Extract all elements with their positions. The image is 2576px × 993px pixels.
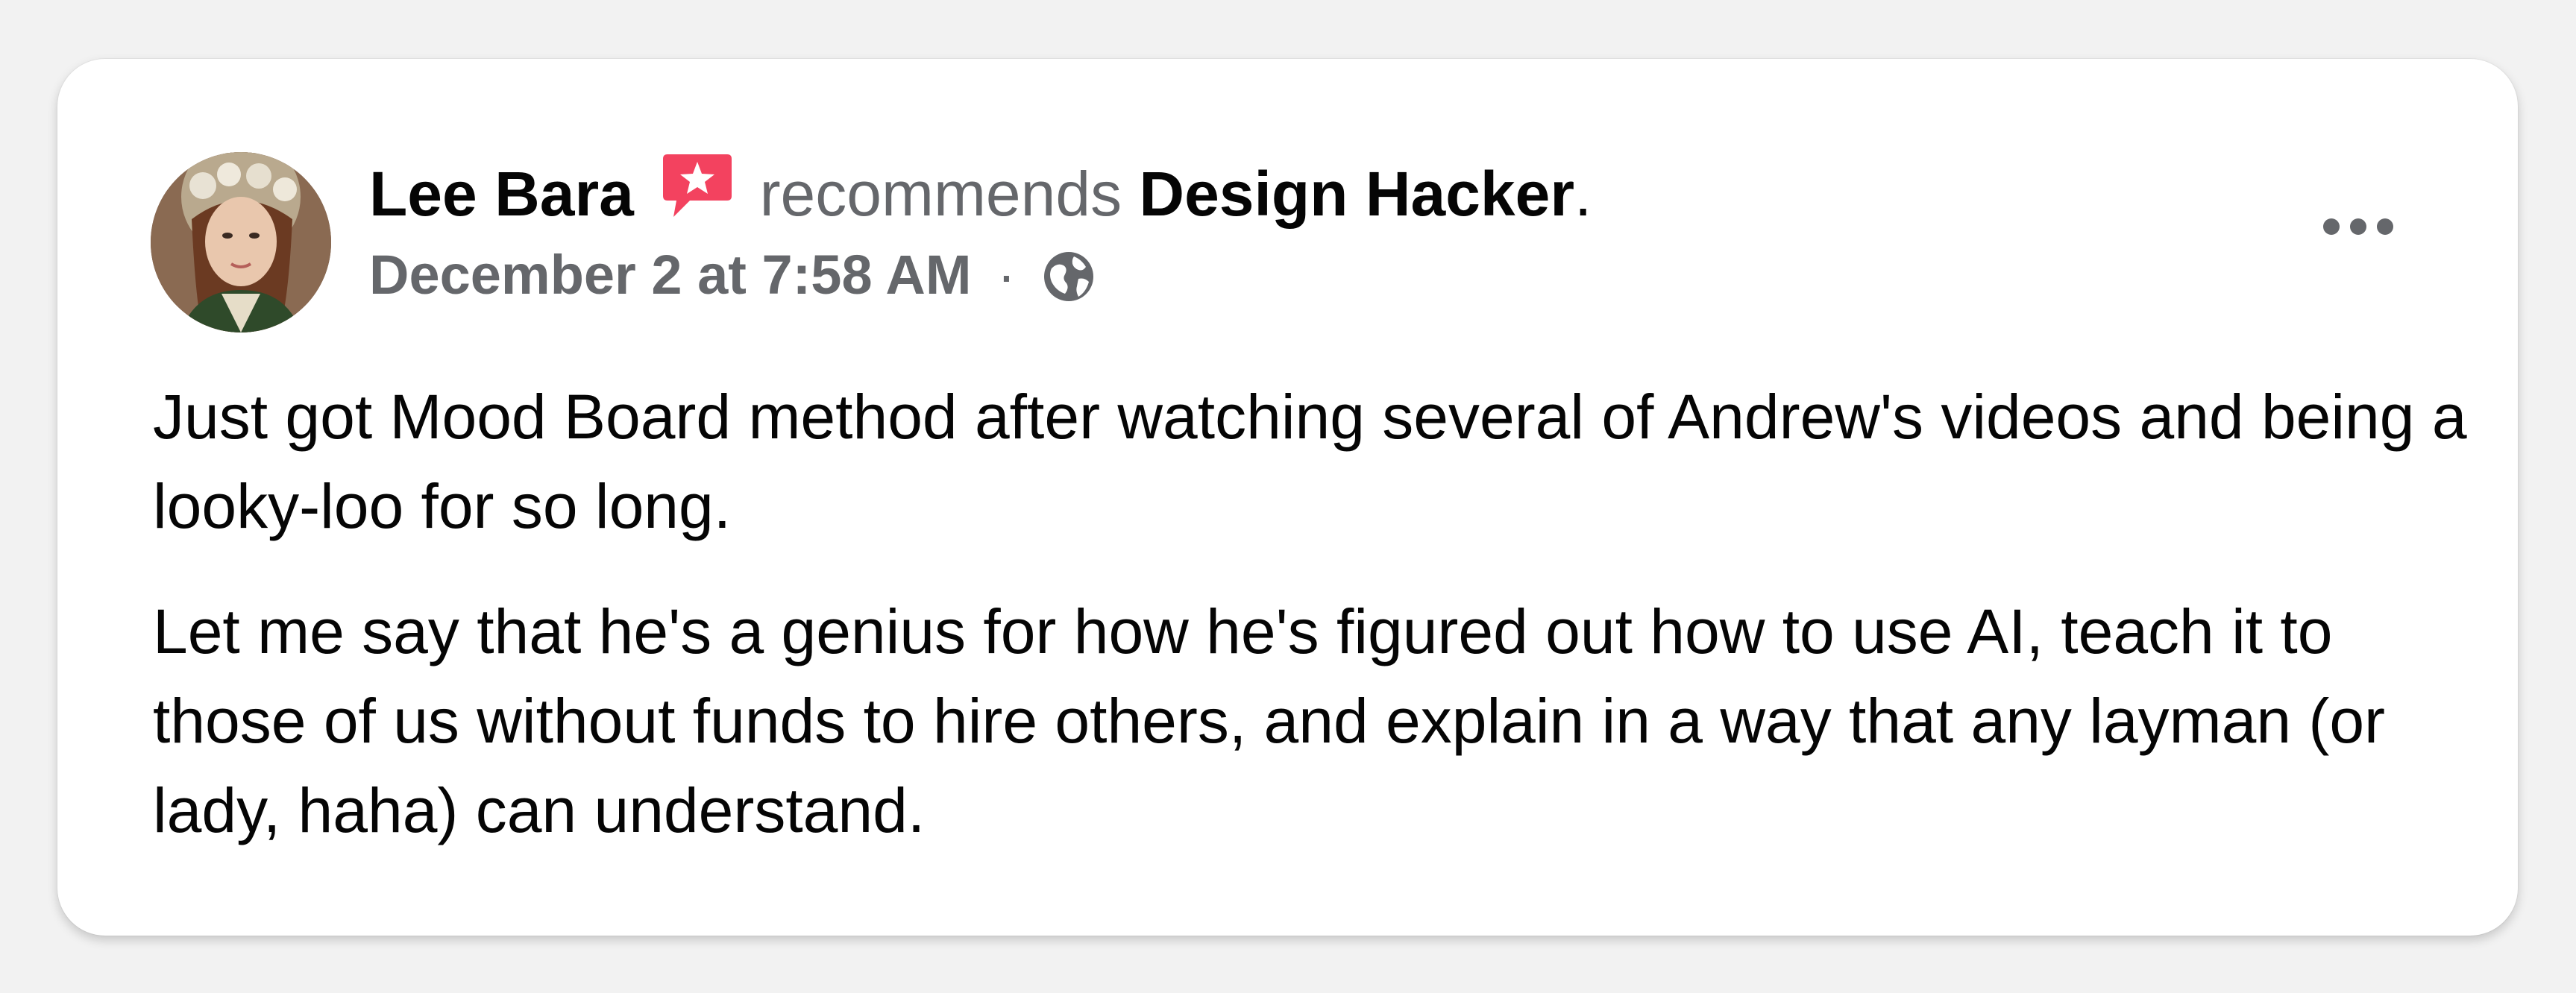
globe-icon[interactable]: [1041, 248, 1096, 323]
page-name-link[interactable]: Design Hacker: [1139, 159, 1574, 229]
avatar-image: [151, 152, 331, 332]
more-options-icon: [2323, 218, 2340, 235]
more-dot: [2350, 218, 2366, 235]
post-card: Lee Bara recommends Design Hacker. Decem…: [57, 59, 2518, 936]
post-header: Lee Bara recommends Design Hacker.: [369, 148, 1592, 242]
avatar[interactable]: [151, 152, 331, 332]
post-meta: December 2 at 7:58 AM ·: [369, 238, 1096, 323]
recommendation-badge-icon: [660, 148, 735, 242]
post-timestamp[interactable]: December 2 at 7:58 AM: [369, 244, 972, 306]
post-body: Just got Mood Board method after watchin…: [153, 372, 2502, 891]
recommends-text: recommends: [759, 159, 1122, 229]
more-dot: [2377, 218, 2393, 235]
post-paragraph-1: Just got Mood Board method after watchin…: [153, 382, 2467, 541]
more-options-button[interactable]: [2310, 197, 2407, 256]
meta-separator: ·: [997, 244, 1016, 306]
author-name[interactable]: Lee Bara: [369, 159, 634, 229]
post-paragraph-2: Let me say that he's a genius for how he…: [153, 596, 2386, 845]
header-period: .: [1574, 159, 1592, 229]
